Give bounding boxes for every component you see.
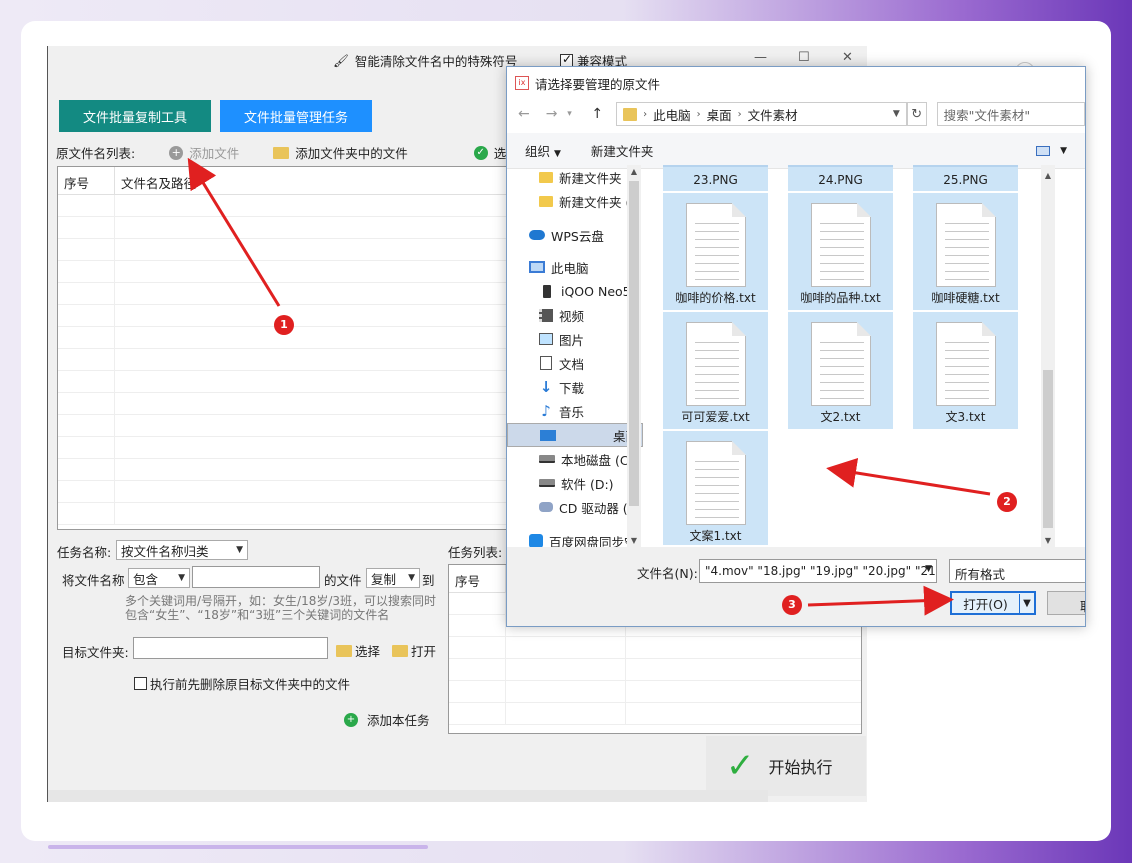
arrow-to-open bbox=[807, 585, 954, 616]
arrow-to-files bbox=[826, 457, 991, 496]
step-badge-3: 3 bbox=[782, 595, 802, 615]
annotation-arrows bbox=[187, 157, 991, 616]
step-badge-2: 2 bbox=[997, 492, 1017, 512]
arrow-to-add-file bbox=[187, 157, 281, 307]
step-badge-1: 1 bbox=[274, 315, 294, 335]
